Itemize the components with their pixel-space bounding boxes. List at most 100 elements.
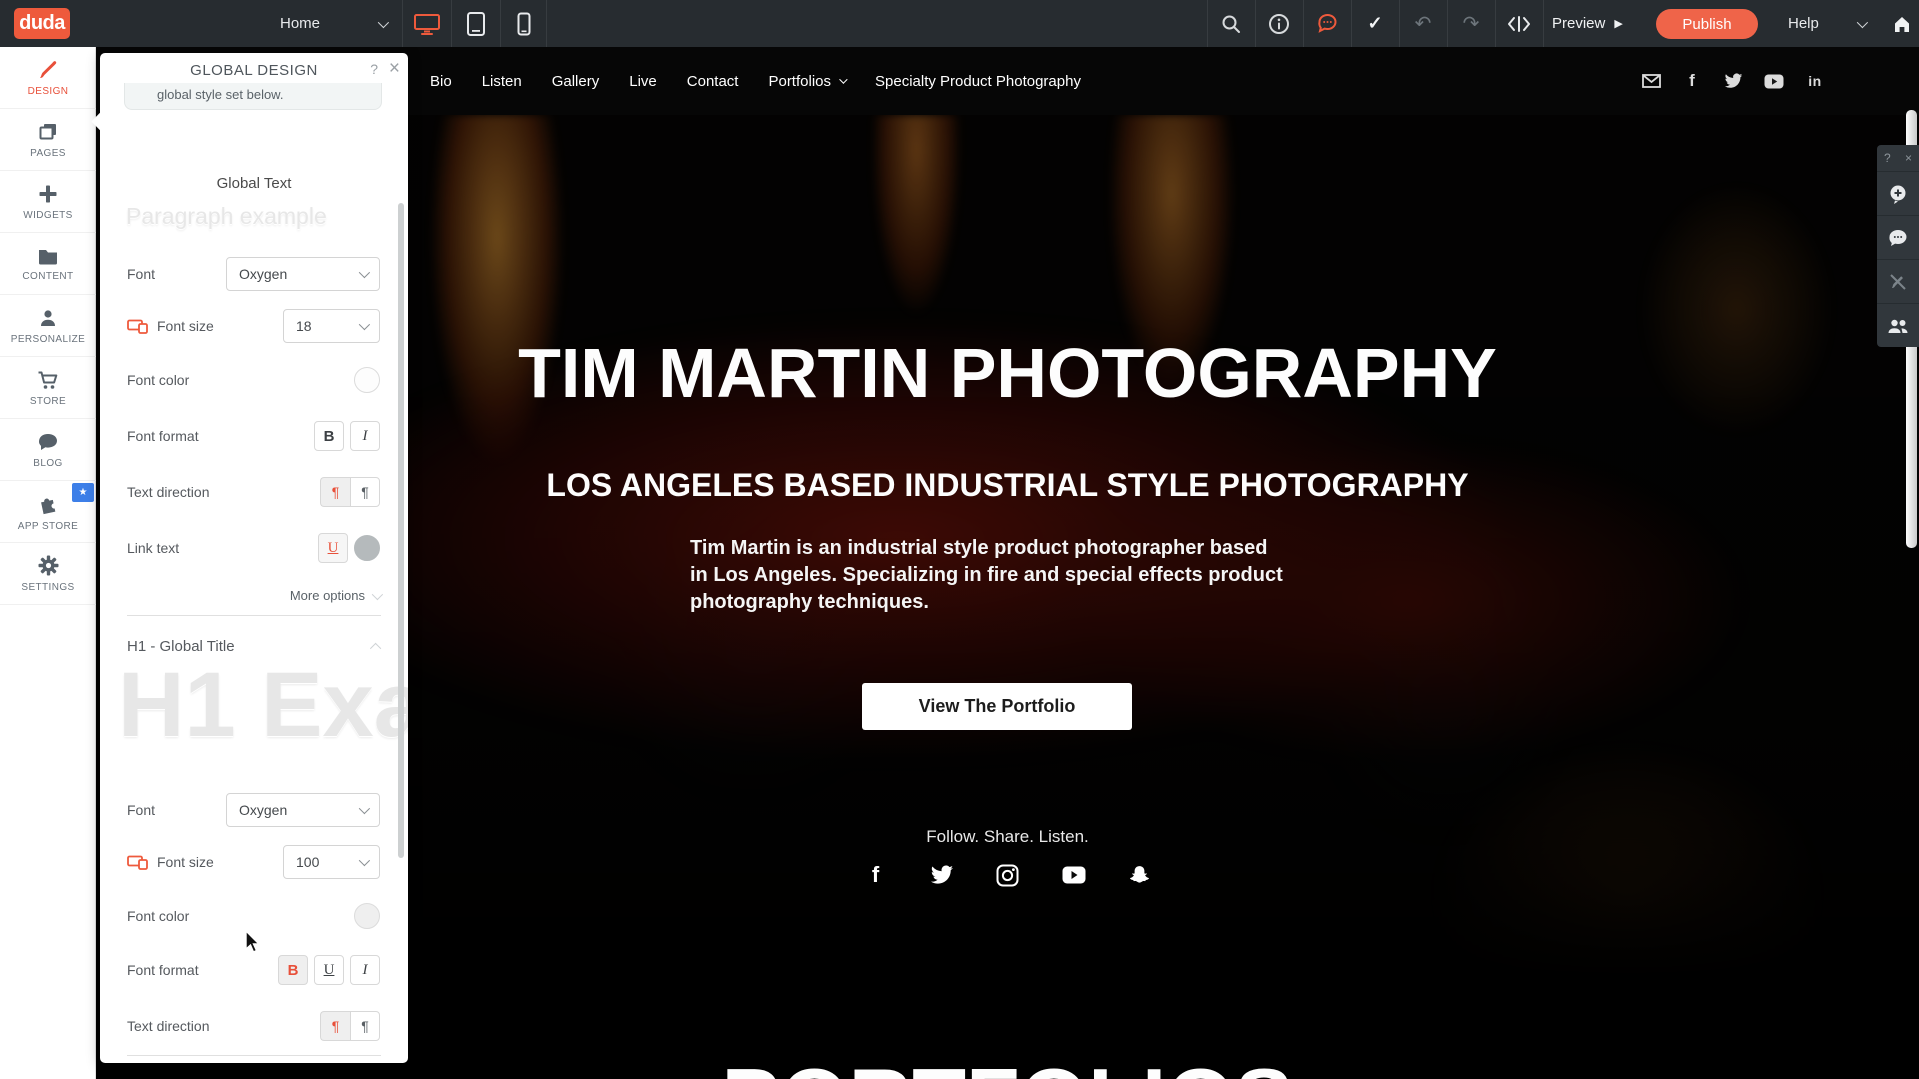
- nav-item-bio[interactable]: Bio: [430, 73, 452, 90]
- divider: [127, 615, 381, 616]
- collaborators-button[interactable]: [1877, 303, 1919, 347]
- sidebar-item-personalize[interactable]: PERSONALIZE: [0, 295, 96, 357]
- font-color-swatch[interactable]: [354, 367, 380, 393]
- folder-icon: [36, 246, 60, 266]
- sidebar-item-label: WIDGETS: [23, 210, 72, 221]
- font-label: Font: [127, 266, 155, 282]
- h1-direction-ltr-button[interactable]: ¶: [320, 1011, 350, 1041]
- sidebar-item-store[interactable]: STORE: [0, 357, 96, 419]
- code-icon: [1507, 15, 1531, 33]
- chevron-down-icon: [359, 803, 370, 814]
- link-underline-button[interactable]: U: [318, 533, 348, 563]
- h1-font-dropdown[interactable]: Oxygen: [226, 793, 380, 827]
- sidebar-item-content[interactable]: CONTENT: [0, 233, 96, 295]
- sidebar-item-widgets[interactable]: WIDGETS: [0, 171, 96, 233]
- email-icon[interactable]: [1641, 71, 1661, 91]
- divider: [546, 0, 547, 47]
- sidebar-item-design[interactable]: DESIGN: [0, 47, 96, 109]
- speech-bubble-icon: [36, 431, 60, 453]
- device-tablet-button[interactable]: [452, 0, 500, 47]
- link-color-swatch[interactable]: [354, 535, 380, 561]
- device-desktop-button[interactable]: [403, 0, 451, 47]
- h1-font-size-row: Font size 100: [127, 845, 380, 879]
- font-format-label: Font format: [127, 962, 199, 978]
- more-options-link[interactable]: More options: [290, 588, 380, 603]
- h1-direction-rtl-button[interactable]: ¶: [350, 1011, 380, 1041]
- dashboard-home-button[interactable]: [1884, 0, 1919, 47]
- font-dropdown[interactable]: Oxygen: [226, 257, 380, 291]
- redo-button[interactable]: ↷: [1447, 0, 1495, 47]
- facebook-icon[interactable]: f: [864, 863, 888, 887]
- facebook-icon[interactable]: f: [1682, 71, 1702, 91]
- help-dropdown[interactable]: Help: [1788, 0, 1865, 47]
- direction-rtl-button[interactable]: ¶: [350, 477, 380, 507]
- comments-button[interactable]: [1877, 215, 1919, 259]
- bold-button[interactable]: B: [314, 421, 344, 451]
- h1-font-color-row: Font color: [127, 899, 380, 933]
- h1-underline-button[interactable]: U: [314, 955, 344, 985]
- h1-font-color-swatch[interactable]: [354, 903, 380, 929]
- panel-scrollbar[interactable]: [398, 203, 404, 858]
- nav-item-contact[interactable]: Contact: [687, 73, 739, 90]
- search-button[interactable]: [1207, 0, 1255, 47]
- feedback-chat-button[interactable]: [1303, 0, 1351, 47]
- floating-help-button[interactable]: ?: [1884, 151, 1891, 165]
- font-size-text: Font size: [157, 854, 214, 870]
- text-direction-label: Text direction: [127, 484, 209, 500]
- italic-button[interactable]: I: [350, 421, 380, 451]
- h1-bold-button[interactable]: B: [278, 955, 308, 985]
- snapchat-icon[interactable]: [1128, 863, 1152, 887]
- undo-button[interactable]: ↶: [1399, 0, 1447, 47]
- preview-button[interactable]: Preview ▶: [1552, 0, 1623, 47]
- font-row: Font Oxygen: [127, 257, 380, 291]
- site-nav-items: Bio Listen Gallery Live Contact Portfoli…: [430, 73, 1081, 90]
- dev-mode-button[interactable]: [1495, 0, 1543, 47]
- close-icon[interactable]: ×: [1905, 151, 1912, 165]
- h1-font-size-dropdown[interactable]: 100: [283, 845, 380, 879]
- duda-logo[interactable]: duda: [14, 8, 70, 39]
- info-button[interactable]: [1255, 0, 1303, 47]
- divider: [127, 1055, 381, 1056]
- twitter-icon[interactable]: [930, 863, 954, 887]
- direction-ltr-button[interactable]: ¶: [320, 477, 350, 507]
- nav-item-listen[interactable]: Listen: [482, 73, 522, 90]
- search-icon: [1220, 13, 1242, 35]
- comment-dots-icon: [1887, 228, 1909, 248]
- sidebar-item-label: STORE: [30, 396, 66, 407]
- panel-title: GLOBAL DESIGN: [100, 62, 408, 79]
- h1-font-size-value: 100: [296, 854, 319, 870]
- nav-item-gallery[interactable]: Gallery: [552, 73, 600, 90]
- sidebar-item-app-store[interactable]: APP STORE ★: [0, 481, 96, 543]
- hide-markers-button[interactable]: [1877, 259, 1919, 303]
- plus-icon: [37, 183, 59, 205]
- design-brush-icon: [36, 59, 60, 81]
- h1-italic-button[interactable]: I: [350, 955, 380, 985]
- panel-help-button[interactable]: ?: [370, 61, 378, 77]
- panel-scroll-area[interactable]: global style set below. Global Text Para…: [100, 83, 408, 1063]
- sidebar-item-pages[interactable]: PAGES: [0, 109, 96, 171]
- cart-icon: [36, 369, 60, 391]
- publish-button[interactable]: Publish: [1656, 9, 1758, 39]
- sidebar-item-blog[interactable]: BLOG: [0, 419, 96, 481]
- zoom-comment-button[interactable]: [1877, 171, 1919, 215]
- device-mobile-button[interactable]: [501, 0, 546, 47]
- page-selector-dropdown[interactable]: Home: [280, 0, 386, 47]
- view-portfolio-button[interactable]: View The Portfolio: [862, 683, 1132, 730]
- gear-icon: [37, 554, 60, 577]
- sidebar-item-settings[interactable]: SETTINGS: [0, 543, 96, 605]
- pages-icon: [36, 121, 60, 143]
- chevron-down-icon: [359, 319, 370, 330]
- nav-item-live[interactable]: Live: [629, 73, 657, 90]
- font-label: Font: [127, 802, 155, 818]
- font-size-dropdown[interactable]: 18: [283, 309, 380, 343]
- linkedin-icon[interactable]: in: [1805, 71, 1825, 91]
- youtube-icon[interactable]: [1764, 71, 1784, 91]
- instagram-icon[interactable]: [996, 863, 1020, 887]
- nav-item-portfolios[interactable]: Portfolios: [768, 73, 845, 90]
- save-check-button[interactable]: ✓: [1351, 0, 1399, 47]
- font-color-row: Font color: [127, 363, 380, 397]
- nav-item-specialty[interactable]: Specialty Product Photography: [875, 73, 1081, 90]
- close-icon[interactable]: ×: [389, 58, 400, 80]
- youtube-icon[interactable]: [1062, 863, 1086, 887]
- twitter-icon[interactable]: [1723, 71, 1743, 91]
